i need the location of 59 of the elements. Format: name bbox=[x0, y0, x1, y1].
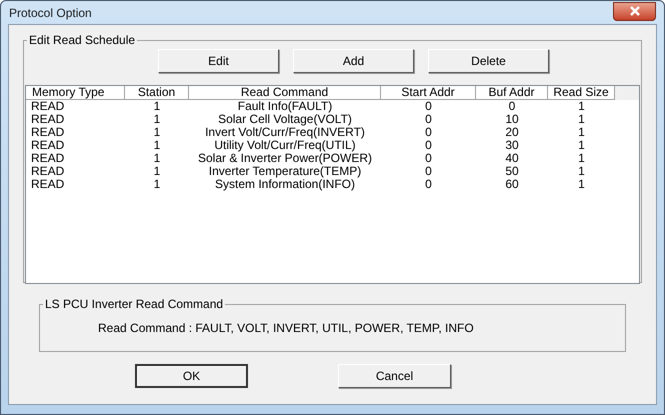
table-cell-text: 1 bbox=[577, 113, 586, 126]
dialog-button[interactable]: Cancel bbox=[338, 364, 451, 388]
table-cell-text: 20 bbox=[504, 126, 520, 139]
table-cell-text: Solar Cell Voltage(VOLT) bbox=[217, 113, 353, 126]
table-cell-text: 60 bbox=[504, 178, 520, 191]
table-cell-text: 1 bbox=[577, 178, 586, 191]
table-cell-text: Fault Info(FAULT) bbox=[236, 100, 334, 113]
table-cell-text: 0 bbox=[424, 152, 433, 165]
table-cell-text: Inverter Temperature(TEMP) bbox=[208, 165, 362, 178]
table-cell-text: 50 bbox=[504, 165, 520, 178]
column-header[interactable]: Read Size bbox=[548, 86, 615, 100]
column-header[interactable]: Read Command bbox=[189, 86, 381, 100]
table-cell-text: READ bbox=[30, 126, 66, 139]
table-cell-text: 1 bbox=[152, 178, 162, 191]
column-header[interactable]: Buf Addr bbox=[476, 86, 548, 100]
table-cell-text: READ bbox=[30, 100, 66, 113]
window-title: Protocol Option bbox=[9, 4, 92, 22]
table-cell-text: 0 bbox=[424, 100, 433, 113]
table-cell-text: 0 bbox=[424, 126, 433, 139]
table-cell-text: READ bbox=[30, 139, 66, 152]
table-cell-text: 1 bbox=[577, 165, 586, 178]
action-button[interactable]: Edit bbox=[158, 49, 279, 73]
read-command-text: Read Command : FAULT, VOLT, INVERT, UTIL, POWER, TEMP, INFO bbox=[98, 321, 474, 335]
dialog-button[interactable]: OK bbox=[135, 364, 248, 388]
column-header[interactable]: Station bbox=[125, 86, 189, 100]
table-cell-text: 1 bbox=[152, 100, 162, 113]
table-cell-text: 0 bbox=[424, 139, 433, 152]
table-cell-text: 1 bbox=[152, 152, 162, 165]
table-cell-text: 30 bbox=[504, 139, 520, 152]
table-cell-text: 1 bbox=[577, 100, 586, 113]
close-icon bbox=[628, 6, 640, 16]
table-cell-text: 0 bbox=[508, 100, 516, 113]
action-button[interactable]: Delete bbox=[428, 49, 549, 73]
action-button[interactable]: Add bbox=[293, 49, 414, 73]
group-title: LS PCU Inverter Read Command bbox=[44, 297, 224, 311]
group-title: Edit Read Schedule bbox=[28, 33, 136, 47]
table-cell-text: 0 bbox=[424, 178, 433, 191]
table-cell-text: Invert Volt/Curr/Freq(INVERT) bbox=[204, 126, 366, 139]
column-header[interactable]: Memory Type bbox=[26, 86, 125, 100]
table-cell-text: 0 bbox=[424, 165, 433, 178]
column-header[interactable]: Start Addr bbox=[381, 86, 476, 100]
table-cell-text: 1 bbox=[577, 152, 586, 165]
table-cell-text: 1 bbox=[152, 165, 162, 178]
table-cell-text: READ bbox=[30, 178, 66, 191]
table-cell-text: Solar & Inverter Power(POWER) bbox=[196, 152, 374, 165]
table-cell-text: 1 bbox=[152, 139, 162, 152]
table-cell-text: 1 bbox=[577, 139, 586, 152]
table-cell-text: 0 bbox=[424, 113, 433, 126]
table-cell-text: System Information(INFO) bbox=[214, 178, 356, 191]
table-cell-text: 40 bbox=[504, 152, 520, 165]
table-cell-text: READ bbox=[30, 165, 66, 178]
table-cell-text: READ bbox=[30, 152, 66, 165]
table-cell-text: 1 bbox=[152, 113, 162, 126]
table-cell-text: 10 bbox=[504, 113, 520, 126]
close-button[interactable] bbox=[613, 2, 656, 20]
table-cell-text: 1 bbox=[152, 126, 162, 139]
table-cell-text: Utility Volt/Curr/Freq(UTIL) bbox=[213, 139, 356, 152]
table-cell-text: 1 bbox=[577, 126, 586, 139]
table-cell-text: READ bbox=[30, 113, 66, 126]
